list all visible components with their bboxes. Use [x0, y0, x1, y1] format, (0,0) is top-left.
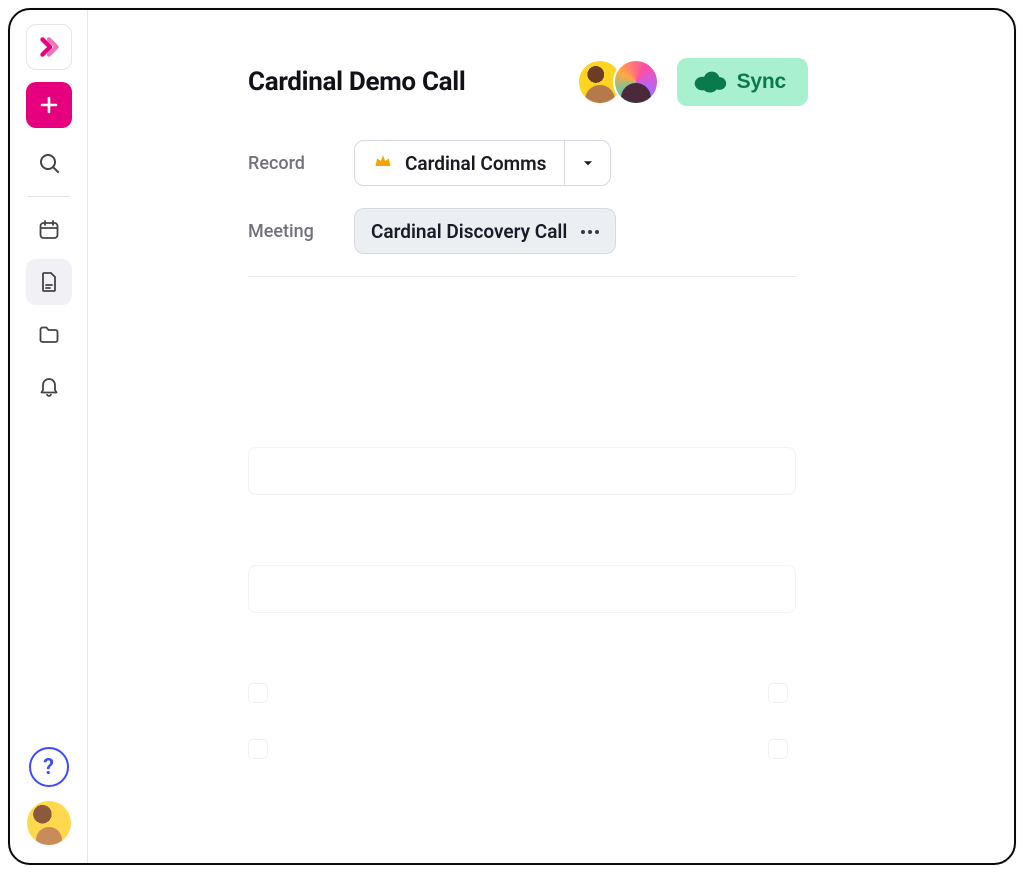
- placeholder-checkbox: [248, 739, 268, 759]
- meeting-field-label: Meeting: [248, 221, 312, 242]
- app-logo-icon[interactable]: [26, 24, 72, 70]
- help-button[interactable]: ?: [29, 747, 69, 787]
- empty-content-area: [248, 447, 796, 759]
- more-icon[interactable]: [581, 229, 599, 234]
- help-glyph: ?: [43, 755, 54, 780]
- search-icon[interactable]: [26, 140, 72, 186]
- record-value: Cardinal Comms: [405, 152, 546, 175]
- record-field-label: Record: [248, 153, 312, 174]
- section-divider: [248, 276, 796, 277]
- salesforce-cloud-icon: [693, 69, 727, 96]
- placeholder-checkbox: [768, 683, 788, 703]
- sidebar-divider: [28, 196, 70, 197]
- bell-icon[interactable]: [26, 363, 72, 409]
- avatar[interactable]: [613, 59, 659, 105]
- participant-avatars[interactable]: [577, 59, 659, 105]
- record-selector[interactable]: Cardinal Comms: [354, 140, 611, 186]
- record-row: Record Cardinal Comms: [248, 140, 808, 186]
- meeting-row: Meeting Cardinal Discovery Call: [248, 208, 808, 254]
- add-button[interactable]: [26, 82, 72, 128]
- content-column: Cardinal Demo Call Sync: [88, 10, 808, 759]
- document-icon[interactable]: [26, 259, 72, 305]
- placeholder-checkbox: [768, 739, 788, 759]
- record-dropdown-toggle[interactable]: [564, 141, 610, 185]
- placeholder-checkbox: [248, 683, 268, 703]
- sync-label: Sync: [737, 70, 786, 94]
- calendar-icon[interactable]: [26, 207, 72, 253]
- crown-icon: [373, 151, 393, 175]
- folder-icon[interactable]: [26, 311, 72, 357]
- header-row: Cardinal Demo Call Sync: [248, 58, 808, 106]
- placeholder-box: [248, 565, 796, 613]
- main-content: Cardinal Demo Call Sync: [88, 10, 1014, 863]
- meeting-value: Cardinal Discovery Call: [371, 220, 567, 243]
- placeholder-row: [248, 683, 796, 703]
- sync-button[interactable]: Sync: [677, 58, 808, 106]
- placeholder-box: [248, 447, 796, 495]
- user-avatar[interactable]: [27, 801, 71, 845]
- app-window: ? Cardinal Demo Call: [8, 8, 1016, 865]
- meeting-chip[interactable]: Cardinal Discovery Call: [354, 208, 616, 254]
- page-title: Cardinal Demo Call: [248, 67, 465, 97]
- placeholder-row: [248, 739, 796, 759]
- record-selector-main[interactable]: Cardinal Comms: [355, 141, 564, 185]
- sidebar-bottom: ?: [27, 747, 71, 863]
- sidebar: ?: [10, 10, 88, 863]
